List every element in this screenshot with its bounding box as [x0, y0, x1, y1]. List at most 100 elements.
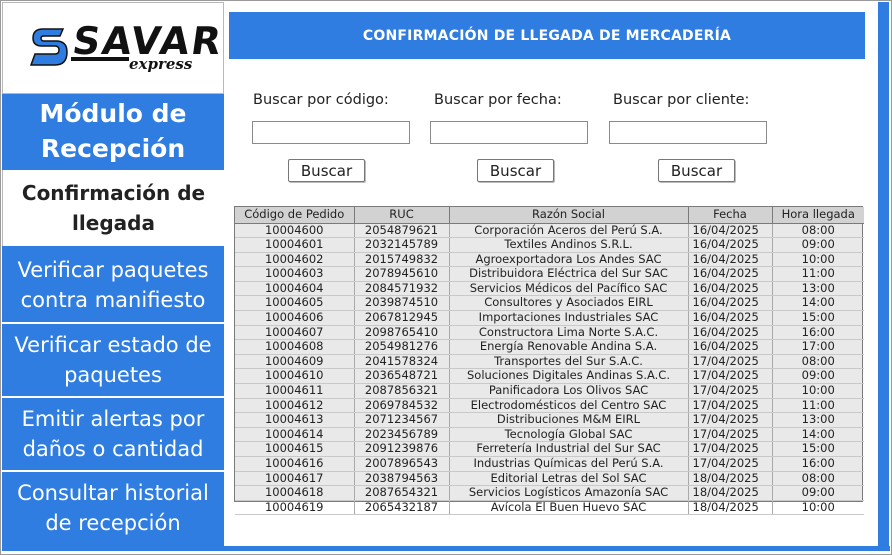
search-client-label: Buscar por cliente: — [613, 92, 750, 108]
cell-ruc: 2015749832 — [354, 252, 450, 268]
sidebar-item-emitir-alertas[interactable]: Emitir alertas por daños o cantidad — [2, 398, 224, 470]
table-row[interactable]: 10004619 2065432187 Avícola El Buen Huevo … — [235, 500, 864, 516]
cell-razon-social: Transportes del Sur S.A.C. — [449, 354, 689, 370]
cell-razon-social: Panificadora Los Olivos SAC — [449, 383, 689, 399]
table-row[interactable]: 10004608 2054981276 Energía Renovable Andi… — [235, 339, 864, 355]
cell-fecha: 16/04/2025 — [688, 266, 773, 282]
cell-codigo: 10004602 — [235, 252, 355, 268]
cell-fecha: 17/04/2025 — [688, 441, 773, 457]
cell-razon-social: Distribuciones M&M EIRL — [449, 412, 689, 428]
search-date-button[interactable]: Buscar — [477, 159, 554, 182]
arrivals-table: Código de Pedido RUC Razón Social Fecha … — [234, 206, 864, 516]
cell-fecha: 17/04/2025 — [688, 427, 773, 443]
table-row[interactable]: 10004605 2039874510 Consultores y Asociado… — [235, 295, 864, 312]
table-row[interactable]: 10004613 2071234567 Distribuciones M&M EIR… — [235, 412, 864, 428]
table-row[interactable]: 10004603 2078945610 Distribuidora Eléctric… — [235, 266, 864, 282]
cell-codigo: 10004610 — [235, 368, 355, 385]
cell-codigo: 10004617 — [235, 471, 355, 487]
table-body: 10004600 2054879621 Corporación Aceros del… — [235, 223, 864, 516]
cell-codigo: 10004601 — [235, 237, 355, 253]
cell-fecha: 16/04/2025 — [688, 325, 773, 341]
cell-razon-social: Agroexportadora Los Andes SAC — [449, 252, 689, 268]
cell-codigo: 10004607 — [235, 325, 355, 341]
column-header-razon-social[interactable]: Razón Social — [449, 207, 689, 224]
logo: SAVAR express — [2, 2, 226, 94]
column-header-ruc[interactable]: RUC — [354, 207, 450, 224]
column-header-codigo[interactable]: Código de Pedido — [235, 207, 355, 224]
table-row[interactable]: 10004616 2007896543 Industrias Químicas de… — [235, 456, 864, 472]
cell-fecha: 18/04/2025 — [688, 500, 773, 516]
cell-razon-social: Avícola El Buen Huevo SAC — [449, 500, 689, 516]
cell-ruc: 2098765410 — [354, 325, 450, 341]
cell-hora: 09:00 — [772, 485, 864, 501]
right-border-strip — [878, 2, 889, 551]
cell-hora: 16:00 — [772, 325, 864, 341]
cell-razon-social: Tecnología Global SAC — [449, 427, 689, 443]
cell-codigo: 10004600 — [235, 223, 355, 239]
cell-ruc: 2069784532 — [354, 398, 450, 414]
cell-fecha: 17/04/2025 — [688, 412, 773, 428]
table-row[interactable]: 10004617 2038794563 Editorial Letras del S… — [235, 471, 864, 487]
cell-hora: 09:00 — [772, 237, 864, 253]
column-header-hora[interactable]: Hora llegada — [772, 207, 864, 224]
cell-codigo: 10004613 — [235, 412, 355, 428]
cell-ruc: 2071234567 — [354, 412, 450, 428]
cell-ruc: 2087654321 — [354, 485, 450, 501]
cell-razon-social: Servicios Médicos del Pacífico SAC — [449, 281, 689, 297]
cell-fecha: 17/04/2025 — [688, 398, 773, 414]
sidebar-item-verificar-paquetes-manifiesto[interactable]: Verificar paquetes contra manifiesto — [2, 248, 224, 322]
sidebar: SAVAR express Módulo de Recepción Confir… — [2, 2, 226, 551]
table-row[interactable]: 10004611 2087856321 Panificadora Los Olivo… — [235, 383, 864, 399]
cell-codigo: 10004609 — [235, 354, 355, 370]
cell-fecha: 18/04/2025 — [688, 485, 773, 501]
table-row[interactable]: 10004604 2084571932 Servicios Médicos del … — [235, 281, 864, 297]
cell-razon-social: Textiles Andinos S.R.L. — [449, 237, 689, 253]
search-client-input[interactable] — [609, 121, 767, 144]
column-header-fecha[interactable]: Fecha — [688, 207, 773, 224]
search-date-input[interactable] — [430, 121, 588, 144]
cell-ruc: 2039874510 — [354, 295, 450, 312]
search-client-button[interactable]: Buscar — [658, 159, 735, 182]
cell-hora: 09:00 — [772, 368, 864, 385]
cell-hora: 14:00 — [772, 295, 864, 312]
cell-ruc: 2023456789 — [354, 427, 450, 443]
cell-hora: 15:00 — [772, 310, 864, 326]
cell-hora: 10:00 — [772, 500, 864, 516]
table-row[interactable]: 10004610 2036548721 Soluciones Digitales A… — [235, 368, 864, 385]
sidebar-item-confirmacion-llegada[interactable]: Confirmación de llegada — [2, 170, 224, 246]
cell-fecha: 16/04/2025 — [688, 310, 773, 326]
table-row[interactable]: 10004607 2098765410 Constructora Lima Nort… — [235, 325, 864, 341]
sidebar-item-verificar-estado-paquetes[interactable]: Verificar estado de paquetes — [2, 324, 224, 396]
savar-logo-icon — [29, 28, 68, 66]
cell-codigo: 10004615 — [235, 441, 355, 457]
cell-codigo: 10004603 — [235, 266, 355, 282]
cell-hora: 13:00 — [772, 281, 864, 297]
cell-codigo: 10004614 — [235, 427, 355, 443]
search-code-input[interactable] — [252, 121, 410, 144]
cell-fecha: 17/04/2025 — [688, 368, 773, 385]
cell-hora: 17:00 — [772, 339, 864, 355]
cell-razon-social: Corporación Aceros del Perú S.A. — [449, 223, 689, 239]
table-row[interactable]: 10004609 2041578324 Transportes del Sur S.… — [235, 354, 864, 370]
cell-ruc: 2067812945 — [354, 310, 450, 326]
cell-fecha: 17/04/2025 — [688, 456, 773, 472]
cell-ruc: 2038794563 — [354, 471, 450, 487]
search-code-button[interactable]: Buscar — [288, 159, 365, 182]
logo-tagline: express — [129, 55, 193, 73]
table-row[interactable]: 10004615 2091239876 Ferretería Industrial … — [235, 441, 864, 457]
table-row[interactable]: 10004618 2087654321 Servicios Logísticos A… — [235, 485, 864, 501]
table-row[interactable]: 10004601 2032145789 Textiles Andinos S.R.L… — [235, 237, 864, 253]
table-row[interactable]: 10004600 2054879621 Corporación Aceros del… — [235, 223, 864, 239]
table-row[interactable]: 10004614 2023456789 Tecnología Global SAC 1… — [235, 427, 864, 443]
cell-hora: 16:00 — [772, 456, 864, 472]
table-row[interactable]: 10004612 2069784532 Electrodomésticos del … — [235, 398, 864, 414]
table-row[interactable]: 10004606 2067812945 Importaciones Industri… — [235, 310, 864, 326]
cell-fecha: 16/04/2025 — [688, 252, 773, 268]
cell-razon-social: Constructora Lima Norte S.A.C. — [449, 325, 689, 341]
table-row[interactable]: 10004602 2015749832 Agroexportadora Los An… — [235, 252, 864, 268]
sidebar-item-consultar-historial[interactable]: Consultar historial de recepción — [2, 472, 224, 544]
cell-fecha: 17/04/2025 — [688, 383, 773, 399]
cell-codigo: 10004604 — [235, 281, 355, 297]
cell-hora: 11:00 — [772, 266, 864, 282]
cell-hora: 15:00 — [772, 441, 864, 457]
